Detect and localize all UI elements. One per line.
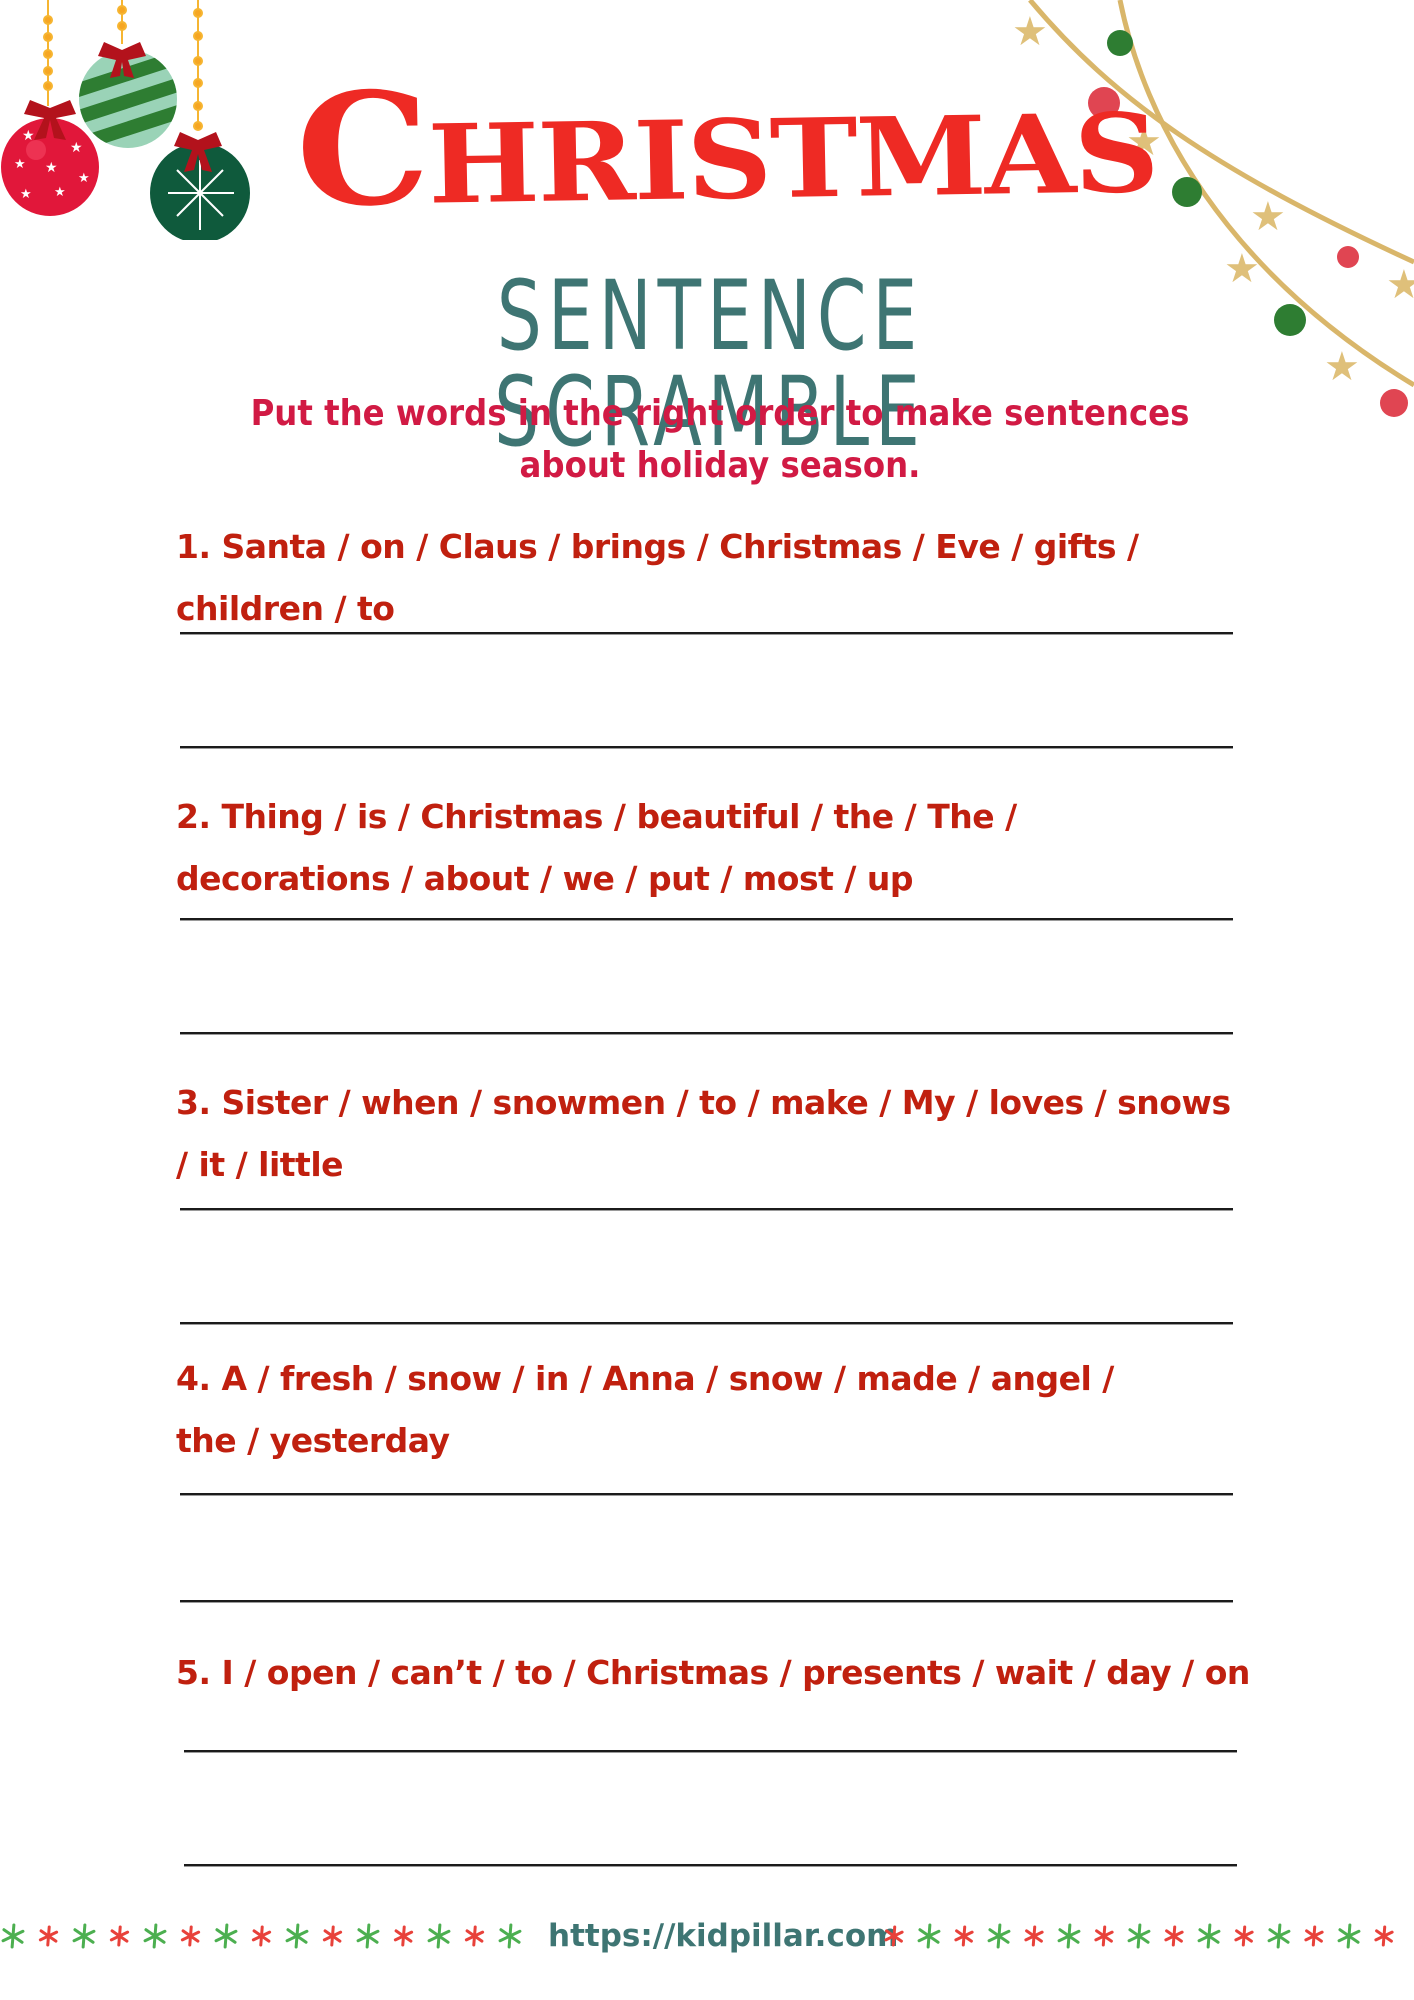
green-asterisk-icon xyxy=(285,1923,309,1949)
answer-line-1b[interactable] xyxy=(180,746,1233,749)
green-asterisk-icon xyxy=(1267,1923,1291,1949)
svg-text:★: ★ xyxy=(14,156,26,171)
svg-text:★: ★ xyxy=(22,127,35,143)
svg-text:★: ★ xyxy=(78,170,90,185)
svg-text:★: ★ xyxy=(20,186,32,201)
red-asterisk-icon xyxy=(1304,1925,1324,1947)
instructions: Put the words in the right order to make… xyxy=(250,393,1190,486)
hanging-ornaments-icon: ★ ★ ★ ★ ★ ★ ★ xyxy=(1,0,250,240)
green-asterisk-icon xyxy=(214,1923,238,1949)
answer-line-5a[interactable] xyxy=(184,1750,1237,1753)
answer-line-2b[interactable] xyxy=(180,1032,1233,1035)
red-asterisk-icon xyxy=(464,1925,485,1947)
svg-text:★: ★ xyxy=(1224,247,1260,291)
green-asterisk-icon xyxy=(917,1923,941,1949)
red-asterisk-icon xyxy=(393,1925,414,1947)
red-asterisk-icon xyxy=(109,1925,130,1947)
svg-text:★: ★ xyxy=(1324,345,1360,389)
star-border-left xyxy=(1,1923,522,1949)
answer-line-1a[interactable] xyxy=(180,632,1233,635)
green-asterisk-icon xyxy=(1337,1923,1361,1949)
svg-text:★: ★ xyxy=(45,159,58,175)
footer: https://kidpillar.com xyxy=(0,1910,1414,1970)
green-asterisk-icon xyxy=(72,1923,96,1949)
svg-text:★: ★ xyxy=(1386,263,1414,307)
question-3: 3. Sister / when / snowmen / to / make /… xyxy=(176,1083,1231,1184)
green-asterisk-icon xyxy=(1197,1923,1221,1949)
answer-line-5b[interactable] xyxy=(184,1864,1237,1867)
red-asterisk-icon xyxy=(1024,1925,1044,1947)
red-asterisk-icon xyxy=(38,1925,59,1947)
star-border-right xyxy=(884,1923,1394,1949)
red-asterisk-icon xyxy=(180,1925,201,1947)
answer-line-2a[interactable] xyxy=(180,918,1233,921)
green-asterisk-icon xyxy=(1127,1923,1151,1949)
green-asterisk-icon xyxy=(1057,1923,1081,1949)
green-asterisk-icon xyxy=(143,1923,167,1949)
red-asterisk-icon xyxy=(954,1925,974,1947)
green-asterisk-icon xyxy=(1,1923,25,1949)
answer-line-4a[interactable] xyxy=(180,1493,1233,1496)
snowflake-bauble-icon xyxy=(150,132,250,240)
svg-text:★: ★ xyxy=(1250,195,1286,239)
svg-text:★: ★ xyxy=(54,184,66,199)
question-2: 2. Thing / is / Christmas / beautiful / … xyxy=(176,797,1017,898)
red-asterisk-icon xyxy=(251,1925,272,1947)
answer-line-4b[interactable] xyxy=(180,1600,1233,1603)
answer-line-3a[interactable] xyxy=(180,1208,1233,1211)
question-1: 1. Santa / on / Claus / brings / Christm… xyxy=(176,527,1139,628)
red-asterisk-icon xyxy=(1234,1925,1254,1947)
website-link[interactable]: https://kidpillar.com xyxy=(548,1918,898,1954)
green-asterisk-icon xyxy=(987,1923,1011,1949)
svg-text:★: ★ xyxy=(70,139,83,155)
green-asterisk-icon xyxy=(427,1923,451,1949)
answer-line-3b[interactable] xyxy=(180,1322,1233,1325)
page-title: Christmas xyxy=(294,45,1159,242)
red-asterisk-icon xyxy=(322,1925,343,1947)
question-5: 5. I / open / can’t / to / Christmas / p… xyxy=(176,1653,1250,1692)
red-asterisk-icon xyxy=(884,1925,904,1947)
red-asterisk-icon xyxy=(1094,1925,1114,1947)
green-asterisk-icon xyxy=(498,1923,522,1949)
green-asterisk-icon xyxy=(356,1923,380,1949)
red-asterisk-icon xyxy=(1374,1925,1394,1947)
red-asterisk-icon xyxy=(1164,1925,1184,1947)
question-4: 4. A / fresh / snow / in / Anna / snow /… xyxy=(176,1359,1114,1460)
